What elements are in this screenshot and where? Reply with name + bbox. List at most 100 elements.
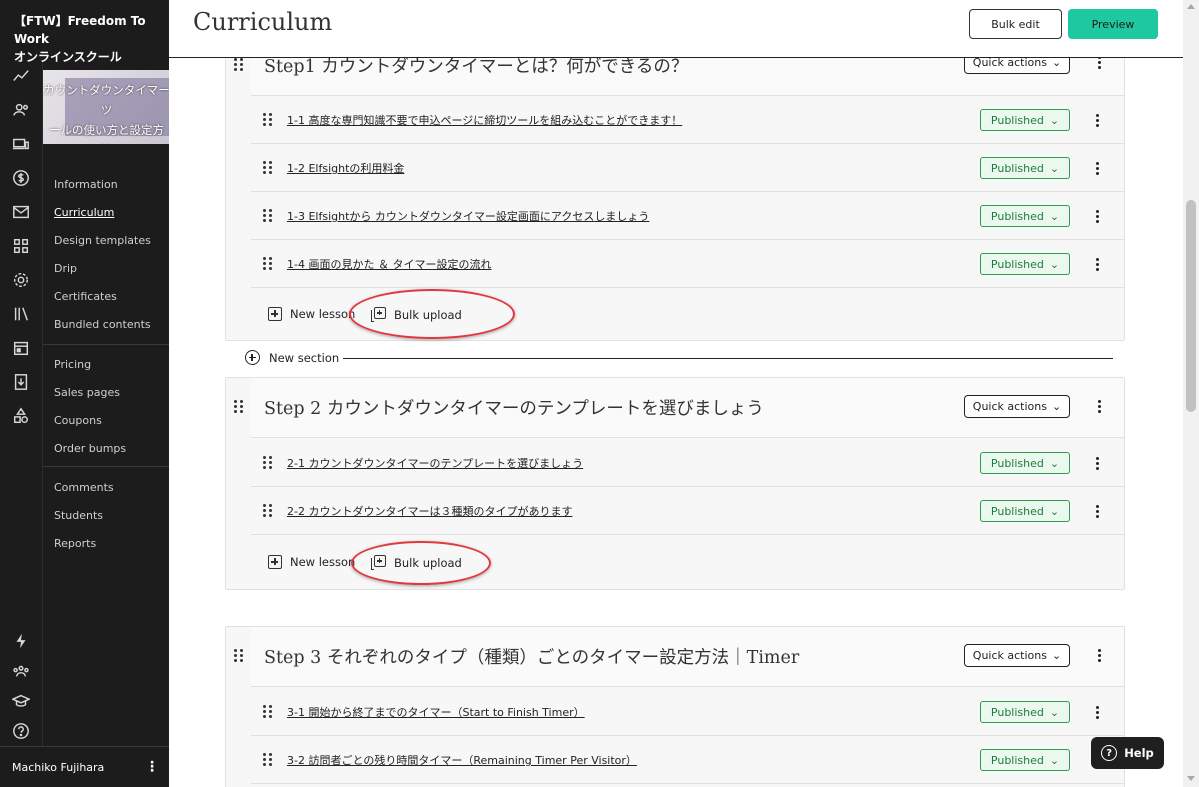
- help-icon[interactable]: [9, 719, 33, 743]
- new-lesson-button[interactable]: New lesson: [268, 307, 355, 321]
- scrollbar-thumb[interactable]: [1186, 200, 1196, 412]
- published-label: Published: [990, 456, 1044, 470]
- sidebar-item-comments[interactable]: Comments: [54, 481, 114, 494]
- lesson-title[interactable]: 1-4 画面の見かた ＆ タイマー設定の流れ: [287, 256, 491, 272]
- calendar-icon[interactable]: [9, 336, 33, 360]
- user-menu-icon[interactable]: ⋮: [145, 759, 159, 775]
- lesson-more-icon[interactable]: [1089, 210, 1105, 223]
- school-name[interactable]: 【FTW】Freedom To Work オンラインスクール: [0, 0, 169, 64]
- lesson-drag-handle[interactable]: [263, 257, 272, 270]
- download-icon[interactable]: [9, 370, 33, 394]
- lesson-row: 3-1 開始から終了までのタイマー（Start to Finish Timer）…: [251, 688, 1124, 736]
- sidebar-item-reports[interactable]: Reports: [54, 537, 96, 550]
- lesson-row: 3-2 訪問者ごとの残り時間タイマー（Remaining Timer Per V…: [251, 736, 1124, 784]
- lesson-drag-handle[interactable]: [263, 753, 272, 766]
- published-status-dropdown[interactable]: Published ⌄: [980, 701, 1070, 723]
- community-icon[interactable]: [9, 659, 33, 683]
- quick-actions-label: Quick actions: [972, 649, 1047, 662]
- lesson-drag-handle[interactable]: [263, 456, 272, 469]
- graduation-icon[interactable]: [9, 689, 33, 713]
- page-header: Curriculum Bulk edit Preview: [169, 0, 1183, 58]
- lesson-more-icon[interactable]: [1089, 457, 1105, 470]
- lesson-more-icon[interactable]: [1089, 162, 1105, 175]
- sidebar-item-drip[interactable]: Drip: [54, 262, 77, 275]
- lesson-more-icon[interactable]: [1089, 706, 1105, 719]
- published-label: Published: [990, 705, 1044, 719]
- section-more-icon[interactable]: [1091, 649, 1107, 662]
- published-status-dropdown[interactable]: Published ⌄: [980, 157, 1070, 179]
- published-status-dropdown[interactable]: Published ⌄: [980, 500, 1070, 522]
- lesson-row: 2-2 カウントダウンタイマーは３種類のタイプがあります Published ⌄: [251, 487, 1124, 535]
- bulk-edit-button[interactable]: Bulk edit: [969, 9, 1062, 39]
- lightning-icon[interactable]: [9, 629, 33, 653]
- published-status-dropdown[interactable]: Published ⌄: [980, 109, 1070, 131]
- lesson-title[interactable]: 1-3 Elfsightから カウントダウンタイマー設定画面にアクセスしましょう: [287, 208, 649, 224]
- section-drag-handle[interactable]: [226, 627, 250, 662]
- new-section-button[interactable]: New section: [245, 350, 339, 365]
- section-title[interactable]: Step 3 それぞれのタイプ（種類）ごとのタイマー設定方法｜Timer: [264, 644, 799, 669]
- sidebar-item-sales-pages[interactable]: Sales pages: [54, 386, 120, 399]
- lesson-title[interactable]: 2-2 カウントダウンタイマーは３種類のタイプがあります: [287, 503, 572, 519]
- section-header: Step 2 カウントダウンタイマーのテンプレートを選びましょう Quick a…: [251, 378, 1124, 438]
- section-more-icon[interactable]: [1091, 400, 1107, 413]
- chevron-down-icon: ⌄: [1049, 257, 1060, 271]
- chevron-down-icon: ⌄: [1051, 649, 1062, 662]
- sidebar-item-information[interactable]: Information: [54, 178, 118, 191]
- plus-circle-icon: [245, 350, 260, 365]
- vertical-scrollbar[interactable]: [1183, 0, 1199, 787]
- analytics-icon[interactable]: [9, 64, 33, 88]
- devices-icon[interactable]: [9, 132, 33, 156]
- sidebar-item-pricing[interactable]: Pricing: [54, 358, 91, 371]
- sidebar-item-students[interactable]: Students: [54, 509, 103, 522]
- new-lesson-button[interactable]: New lesson: [268, 555, 355, 569]
- sidebar-item-design-templates[interactable]: Design templates: [54, 234, 151, 247]
- users-icon[interactable]: [9, 98, 33, 122]
- shapes-icon[interactable]: [9, 404, 33, 428]
- chevron-down-icon: ⌄: [1049, 753, 1060, 767]
- thumbnail-caption-line3: 法: [43, 140, 170, 144]
- preview-button[interactable]: Preview: [1068, 9, 1158, 39]
- lesson-drag-handle[interactable]: [263, 705, 272, 718]
- scroll-up-arrow-icon[interactable]: [1187, 4, 1195, 9]
- apps-icon[interactable]: [9, 234, 33, 258]
- quick-actions-button[interactable]: Quick actions ⌄: [964, 395, 1070, 418]
- section-drag-handle[interactable]: [226, 378, 250, 413]
- lesson-title[interactable]: 2-1 カウントダウンタイマーのテンプレートを選びましょう: [287, 455, 583, 471]
- lesson-row: 1-1 高度な専門知識不要で申込ページに締切ツールを組み込むことができます！ P…: [251, 96, 1124, 144]
- settings-icon[interactable]: [9, 268, 33, 292]
- lesson-title[interactable]: 1-1 高度な専門知識不要で申込ページに締切ツールを組み込むことができます！: [287, 112, 682, 128]
- mail-icon[interactable]: [9, 200, 33, 224]
- lesson-title[interactable]: 1-2 Elfsightの利用料金: [287, 160, 404, 176]
- lesson-more-icon[interactable]: [1089, 258, 1105, 271]
- quick-actions-button[interactable]: Quick actions ⌄: [964, 644, 1070, 667]
- sidebar-item-certificates[interactable]: Certificates: [54, 290, 117, 303]
- library-icon[interactable]: [9, 302, 33, 326]
- lesson-drag-handle[interactable]: [263, 113, 272, 126]
- published-status-dropdown[interactable]: Published ⌄: [980, 749, 1070, 771]
- published-status-dropdown[interactable]: Published ⌄: [980, 452, 1070, 474]
- published-status-dropdown[interactable]: Published ⌄: [980, 205, 1070, 227]
- lesson-more-icon[interactable]: [1089, 114, 1105, 127]
- section-footer: New lesson Bulk upload: [251, 536, 1124, 590]
- dollar-icon[interactable]: [9, 166, 33, 190]
- sidebar-item-order-bumps[interactable]: Order bumps: [54, 442, 126, 455]
- published-status-dropdown[interactable]: Published ⌄: [980, 253, 1070, 275]
- lesson-drag-handle[interactable]: [263, 161, 272, 174]
- section-footer: New lesson Bulk upload: [251, 288, 1124, 342]
- sidebar-item-bundled-contents[interactable]: Bundled contents: [54, 318, 151, 331]
- lesson-drag-handle[interactable]: [263, 504, 272, 517]
- lesson-more-icon[interactable]: [1089, 505, 1105, 518]
- thumbnail-caption: カウントダウンタイマーツ ールの使い方と設定方 法: [43, 80, 170, 144]
- lesson-drag-handle[interactable]: [263, 209, 272, 222]
- user-account[interactable]: Machiko Fujihara ⋮: [0, 746, 169, 787]
- new-lesson-label: New lesson: [290, 307, 356, 321]
- sidebar-item-curriculum[interactable]: Curriculum: [54, 206, 114, 219]
- scroll-down-arrow-icon[interactable]: [1187, 776, 1195, 781]
- section-title[interactable]: Step 2 カウントダウンタイマーのテンプレートを選びましょう: [264, 395, 764, 420]
- lesson-title[interactable]: 3-2 訪問者ごとの残り時間タイマー（Remaining Timer Per V…: [287, 752, 637, 768]
- help-button[interactable]: ? Help: [1091, 737, 1164, 769]
- sidebar-item-coupons[interactable]: Coupons: [54, 414, 102, 427]
- course-thumbnail: カウントダウンタイマーツ ールの使い方と設定方 法: [43, 70, 170, 144]
- published-label: Published: [990, 161, 1044, 175]
- lesson-title[interactable]: 3-1 開始から終了までのタイマー（Start to Finish Timer）: [287, 704, 585, 720]
